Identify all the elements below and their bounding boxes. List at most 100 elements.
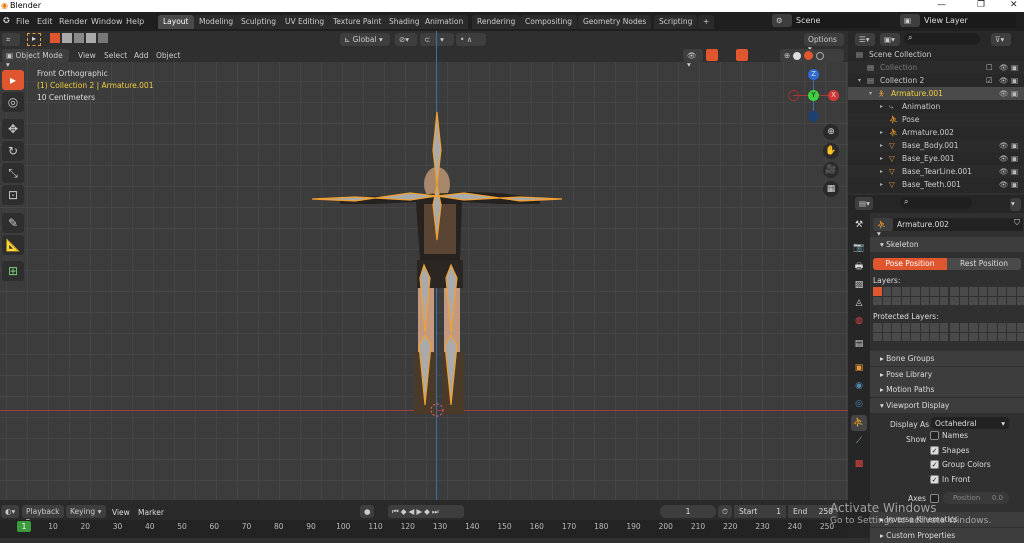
- scale-tool[interactable]: ⤡: [2, 163, 24, 183]
- timeline-menu-view[interactable]: View: [112, 508, 130, 517]
- pose-library-panel-header[interactable]: ▸ Pose Library: [870, 367, 1024, 382]
- expand-toggle-icon[interactable]: ▸: [880, 152, 883, 165]
- menu-help[interactable]: Help: [126, 17, 144, 26]
- current-frame-field[interactable]: 1: [660, 505, 716, 518]
- view-layer-tab-icon[interactable]: ▨: [851, 277, 867, 293]
- world-tab-icon[interactable]: ◍: [851, 313, 867, 329]
- workspace-tab-texture-paint[interactable]: Texture Paint: [328, 15, 387, 29]
- measure-tool[interactable]: 📐: [2, 235, 24, 255]
- jump-end-icon[interactable]: ⏭: [432, 507, 441, 516]
- editor-type-icon[interactable]: ⌗: [2, 33, 20, 46]
- outliner-row[interactable]: ▸ ▽ Base_Eye.001 👁 ▣: [848, 152, 1024, 165]
- exclude-checkbox[interactable]: ☑: [986, 74, 993, 87]
- workspace-tab-uv-editing[interactable]: UV Editing: [280, 15, 330, 29]
- pivot-point-icon[interactable]: ⊘▾: [395, 33, 417, 46]
- properties-search-input[interactable]: ⌕: [900, 197, 972, 209]
- skeleton-panel-header[interactable]: ▾ Skeleton: [870, 237, 1024, 252]
- viewport-menu-object[interactable]: Object: [156, 51, 180, 60]
- show-shapes-checkbox[interactable]: ✓: [930, 445, 939, 455]
- render-camera-icon[interactable]: ▣: [1011, 165, 1018, 178]
- motion-paths-panel-header[interactable]: ▸ Motion Paths: [870, 382, 1024, 397]
- outliner-row[interactable]: ▸ ⤷ Animation: [848, 100, 1024, 113]
- workspace-tab-compositing[interactable]: Compositing: [520, 15, 578, 29]
- outliner-row[interactable]: ▾ ▤ Collection 2 ☑ 👁 ▣: [848, 74, 1024, 87]
- transform-orientation-dropdown[interactable]: ⊾ Global ▾: [340, 33, 390, 46]
- select-box-tool[interactable]: ▸: [2, 70, 24, 90]
- outliner-row[interactable]: ▸ ⛹ Armature.002: [848, 126, 1024, 139]
- playback-menu[interactable]: Playback ▾: [22, 505, 64, 525]
- select-invert-icon[interactable]: [86, 33, 96, 43]
- select-tool-icon[interactable]: ▸: [27, 33, 41, 46]
- minimize-button[interactable]: —: [937, 0, 946, 10]
- layers-grid-1[interactable]: [873, 287, 948, 305]
- display-as-dropdown[interactable]: Octahedral ▾: [931, 417, 1009, 429]
- protected-layers-grid-2[interactable]: [950, 323, 1024, 341]
- object-tab-icon[interactable]: ▣: [851, 360, 867, 376]
- select-extend-icon[interactable]: [62, 33, 72, 43]
- tool-tab-icon[interactable]: ⚒: [851, 217, 867, 233]
- blender-menu-icon[interactable]: ✪: [3, 16, 10, 25]
- eye-icon[interactable]: 👁: [999, 165, 1009, 178]
- add-cube-tool[interactable]: ⊞: [2, 261, 24, 281]
- mode-dropdown[interactable]: ▣ Object Mode ▾: [2, 49, 69, 69]
- modifiers-tab-icon[interactable]: ◉: [851, 378, 867, 394]
- transform-tool[interactable]: ⊡: [2, 185, 24, 205]
- expand-toggle-icon[interactable]: ▸: [880, 139, 883, 152]
- render-camera-icon[interactable]: ▣: [1011, 61, 1018, 74]
- filter-icon[interactable]: ⊽▾: [991, 33, 1011, 46]
- expand-toggle-icon[interactable]: ▸: [880, 165, 883, 178]
- workspace-tab-animation[interactable]: Animation: [420, 15, 469, 29]
- menu-window[interactable]: Window: [91, 17, 123, 26]
- outliner-row[interactable]: ▸ ▽ Base_TearLine.001 👁 ▣: [848, 165, 1024, 178]
- output-tab-icon[interactable]: 🖶: [851, 259, 867, 275]
- collection-tab-icon[interactable]: ▤: [851, 336, 867, 352]
- eye-icon[interactable]: 👁: [999, 152, 1009, 165]
- workspace-tab-shading[interactable]: Shading: [384, 15, 425, 29]
- render-camera-icon[interactable]: ▣: [1011, 87, 1018, 100]
- 3d-viewport[interactable]: ⌗ ▸ ⊾ Global ▾ ⊘▾ ⊂ ⋮▾ • ∧ Options ▾ ▣ O…: [0, 31, 848, 500]
- view-layer-field[interactable]: View Layer: [920, 14, 1016, 28]
- prev-keyframe-icon[interactable]: ◆: [401, 507, 409, 516]
- outliner-row[interactable]: ⛹ Pose: [848, 113, 1024, 126]
- snap-icon[interactable]: ⊂ ⋮▾: [420, 33, 454, 46]
- expand-toggle-icon[interactable]: ▸: [880, 126, 883, 139]
- render-tab-icon[interactable]: 📷: [851, 240, 867, 256]
- gizmo-neg-z-axis[interactable]: [808, 111, 819, 122]
- bone-groups-panel-header[interactable]: ▸ Bone Groups: [870, 351, 1024, 366]
- viewport-menu-select[interactable]: Select: [104, 51, 127, 60]
- rendered-shading-icon[interactable]: [816, 51, 825, 60]
- workspace-tab-sculpting[interactable]: Sculpting: [236, 15, 282, 29]
- maximize-button[interactable]: ❐: [977, 0, 985, 10]
- wireframe-shading-icon[interactable]: ⊕: [784, 51, 790, 60]
- armature-data-tab-icon[interactable]: ⛹: [851, 415, 867, 431]
- annotate-tool[interactable]: ✎: [2, 213, 24, 233]
- scene-selector-icon[interactable]: ⚙: [772, 14, 792, 27]
- exclude-checkbox[interactable]: ☐: [986, 61, 993, 74]
- outliner-row[interactable]: ▸ ▽ Base_Body.001 👁 ▣: [848, 139, 1024, 152]
- render-camera-icon[interactable]: ▣: [1011, 178, 1018, 191]
- axes-position-field[interactable]: Position 0.0: [943, 492, 1009, 504]
- texture-tab-icon[interactable]: ▩: [851, 456, 867, 472]
- workspace-tab-modeling[interactable]: Modeling: [194, 15, 239, 29]
- armature-character-model[interactable]: [300, 100, 580, 420]
- outliner-search-input[interactable]: ⌕: [904, 33, 980, 45]
- keying-menu[interactable]: Keying ▾: [66, 505, 106, 518]
- outliner-row[interactable]: ▾ 🯅 Armature.001 👁 ▣: [848, 87, 1024, 100]
- scene-field[interactable]: Scene: [792, 14, 880, 28]
- menu-render[interactable]: Render: [59, 17, 87, 26]
- armature-data-icon[interactable]: ⛹▾: [873, 218, 893, 238]
- properties-editor-icon[interactable]: ▤▾: [855, 197, 873, 210]
- view-layer-icon[interactable]: ▣: [900, 14, 920, 27]
- outliner-row[interactable]: ▤ Scene Collection: [848, 48, 1024, 61]
- pose-position-button[interactable]: Pose Position: [873, 258, 947, 270]
- viewport-display-panel-header[interactable]: ▾ Viewport Display: [870, 398, 1024, 413]
- show-group-colors-checkbox[interactable]: ✓: [930, 460, 939, 469]
- gizmo-neg-x-axis[interactable]: [788, 90, 799, 101]
- rest-position-button[interactable]: Rest Position: [947, 258, 1021, 270]
- menu-edit[interactable]: Edit: [37, 17, 53, 26]
- viewport-menu-view[interactable]: View: [78, 51, 96, 60]
- zoom-icon[interactable]: ⊕: [823, 124, 839, 140]
- workspace-tab-rendering[interactable]: Rendering: [472, 15, 521, 29]
- gizmo-x-axis[interactable]: X: [828, 90, 839, 101]
- rotate-tool[interactable]: ↻: [2, 141, 24, 161]
